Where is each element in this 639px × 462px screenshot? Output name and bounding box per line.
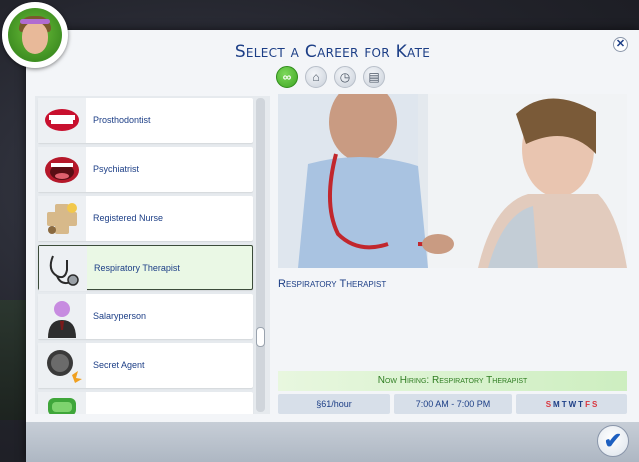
scrollbar-thumb[interactable] [256, 327, 265, 347]
career-dialog: Select a Career for Kate ✕ ∞ ⌂ ◷ ▤ Prost… [26, 30, 639, 462]
career-item-respiratory-therapist[interactable]: Respiratory Therapist [38, 245, 253, 291]
teeth-icon [38, 98, 86, 143]
day-tuesday: T [561, 400, 567, 409]
career-item-label: Registered Nurse [93, 213, 164, 223]
career-item-partial[interactable] [38, 392, 253, 414]
career-item-label: Respiratory Therapist [94, 263, 180, 273]
sim-avatar[interactable] [2, 2, 68, 68]
career-item-label: Salaryperson [93, 311, 147, 321]
work-from-home-icon[interactable]: ⌂ [305, 66, 327, 88]
infinity-icon[interactable]: ∞ [276, 66, 298, 88]
stethoscope-icon [39, 246, 87, 291]
now-hiring-banner: Now Hiring: Respiratory Therapist [278, 371, 627, 391]
day-sunday: S [545, 400, 552, 409]
odd-job-icon[interactable]: ▤ [363, 66, 385, 88]
pay-rate: §61/hour [278, 394, 390, 414]
checkmark-icon[interactable]: ✔ [597, 425, 629, 457]
work-days: SMTWTFS [516, 394, 627, 414]
career-list-scrollbar[interactable] [256, 98, 265, 412]
career-item-label: Prosthodontist [93, 115, 151, 125]
medical-cross-icon [38, 196, 86, 241]
career-item-label: Psychiatrist [93, 164, 140, 174]
spy-watch-icon [38, 343, 86, 388]
career-item-label: Secret Agent [93, 360, 145, 370]
career-item-secret-agent[interactable]: Secret Agent [38, 343, 253, 388]
career-name: Respiratory Therapist [278, 278, 387, 290]
day-monday: M [553, 400, 560, 409]
day-wednesday: W [568, 400, 577, 409]
day-saturday: S [591, 400, 598, 409]
career-item-salaryperson[interactable]: Salaryperson [38, 294, 253, 339]
mouth-icon [38, 147, 86, 192]
avatar-face [22, 22, 48, 54]
part-time-icon[interactable]: ◷ [334, 66, 356, 88]
avatar-portrait [8, 8, 62, 62]
career-item-prosthodontist[interactable]: Prosthodontist [38, 98, 253, 143]
close-icon[interactable]: ✕ [613, 37, 628, 52]
career-item-registered-nurse[interactable]: Registered Nurse [38, 196, 253, 241]
work-hours: 7:00 AM - 7:00 PM [394, 394, 512, 414]
dialog-footer [26, 422, 639, 462]
career-list: Prosthodontist Psychiatrist Registered N… [35, 96, 270, 414]
businessman-icon [38, 294, 86, 339]
day-friday: F [585, 400, 590, 409]
avatar-headband [20, 19, 50, 24]
day-thursday: T [578, 400, 584, 409]
career-info-row: §61/hour 7:00 AM - 7:00 PM SMTWTFS [278, 394, 627, 414]
dialog-title: Select a Career for Kate [234, 42, 431, 62]
career-item-psychiatrist[interactable]: Psychiatrist [38, 147, 253, 192]
career-photo [278, 94, 627, 268]
green-career-icon [38, 392, 86, 414]
